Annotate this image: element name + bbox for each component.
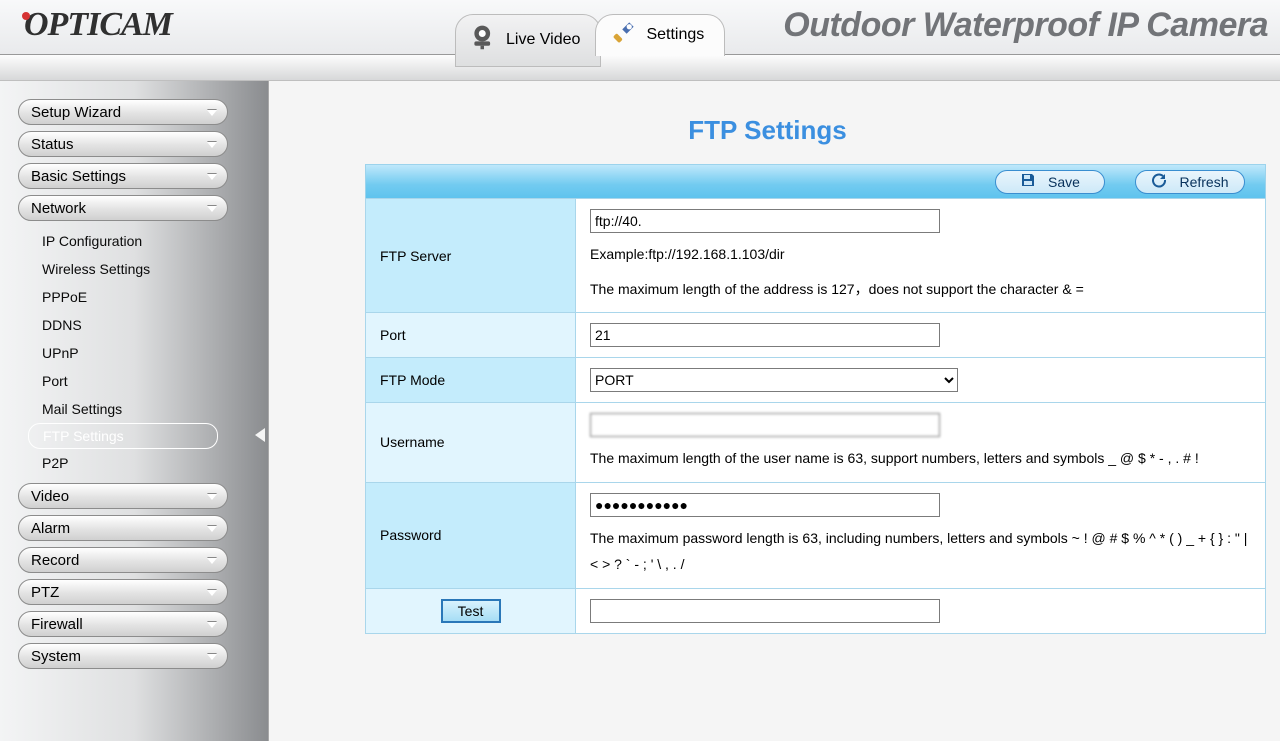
save-button[interactable]: Save <box>995 170 1105 194</box>
tab-live-video[interactable]: Live Video <box>455 14 601 67</box>
username-help: The maximum length of the user name is 6… <box>590 445 1251 472</box>
brand-logo: OPTICAM <box>20 6 172 44</box>
sidebar-item-wireless-settings[interactable]: Wireless Settings <box>28 255 218 283</box>
ftp-settings-form: FTP Server Example:ftp://192.168.1.103/d… <box>365 198 1266 634</box>
sidebar-item-pppoe[interactable]: PPPoE <box>28 283 218 311</box>
ftp-mode-label: FTP Mode <box>366 358 576 403</box>
sidebar-item-ddns[interactable]: DDNS <box>28 311 218 339</box>
tab-live-video-label: Live Video <box>506 31 580 49</box>
port-label: Port <box>366 313 576 358</box>
sidebar-item-p2p[interactable]: P2P <box>28 449 218 477</box>
toolbar: Save Refresh <box>365 164 1266 198</box>
sidebar-group-system[interactable]: System <box>18 643 228 669</box>
ftp-server-help: The maximum length of the address is 127… <box>590 276 1251 303</box>
header-title: Outdoor Waterproof IP Camera <box>783 6 1268 45</box>
password-input[interactable] <box>590 493 940 517</box>
sidebar-group-record[interactable]: Record <box>18 547 228 573</box>
sidebar-item-upnp[interactable]: UPnP <box>28 339 218 367</box>
sidebar-item-mail-settings[interactable]: Mail Settings <box>28 395 218 423</box>
sidebar-group-firewall[interactable]: Firewall <box>18 611 228 637</box>
sidebar-network-submenu: IP Configuration Wireless Settings PPPoE… <box>18 227 268 477</box>
header: OPTICAM Live Video Settings Outdoor Wate… <box>0 0 1280 55</box>
ftp-mode-select[interactable]: PORT <box>590 368 958 392</box>
refresh-icon <box>1151 172 1167 191</box>
sidebar-group-network[interactable]: Network <box>18 195 228 221</box>
logo-dot-icon <box>22 12 30 20</box>
username-label: Username <box>366 403 576 483</box>
main-content: FTP Settings Save Refresh FTP Server <box>268 81 1280 741</box>
sidebar-item-ftp-settings[interactable]: FTP Settings <box>28 423 218 449</box>
settings-icon <box>610 18 638 51</box>
ftp-server-example: Example:ftp://192.168.1.103/dir <box>590 241 1251 268</box>
tab-settings[interactable]: Settings <box>595 14 725 56</box>
save-icon <box>1020 172 1036 191</box>
sidebar-item-port[interactable]: Port <box>28 367 218 395</box>
tab-settings-label: Settings <box>646 26 704 44</box>
port-input[interactable] <box>590 323 940 347</box>
refresh-button[interactable]: Refresh <box>1135 170 1245 194</box>
test-button[interactable]: Test <box>441 599 501 623</box>
refresh-button-label: Refresh <box>1179 174 1228 190</box>
test-result-output <box>590 599 940 623</box>
username-input[interactable] <box>590 413 940 437</box>
sidebar-group-status[interactable]: Status <box>18 131 228 157</box>
page-title: FTP Settings <box>269 81 1266 164</box>
top-tabs: Live Video Settings <box>455 14 725 67</box>
sidebar-group-basic-settings[interactable]: Basic Settings <box>18 163 228 189</box>
password-help: The maximum password length is 63, inclu… <box>590 525 1251 578</box>
ftp-server-input[interactable] <box>590 209 940 233</box>
sidebar-group-ptz[interactable]: PTZ <box>18 579 228 605</box>
sidebar-group-alarm[interactable]: Alarm <box>18 515 228 541</box>
password-label: Password <box>366 482 576 588</box>
sidebar: Setup Wizard Status Basic Settings Netwo… <box>0 81 268 741</box>
sidebar-group-setup-wizard[interactable]: Setup Wizard <box>18 99 228 125</box>
save-button-label: Save <box>1048 174 1080 190</box>
sidebar-item-ip-configuration[interactable]: IP Configuration <box>28 227 218 255</box>
sidebar-group-video[interactable]: Video <box>18 483 228 509</box>
ftp-server-label: FTP Server <box>366 199 576 313</box>
camera-icon <box>470 23 498 56</box>
